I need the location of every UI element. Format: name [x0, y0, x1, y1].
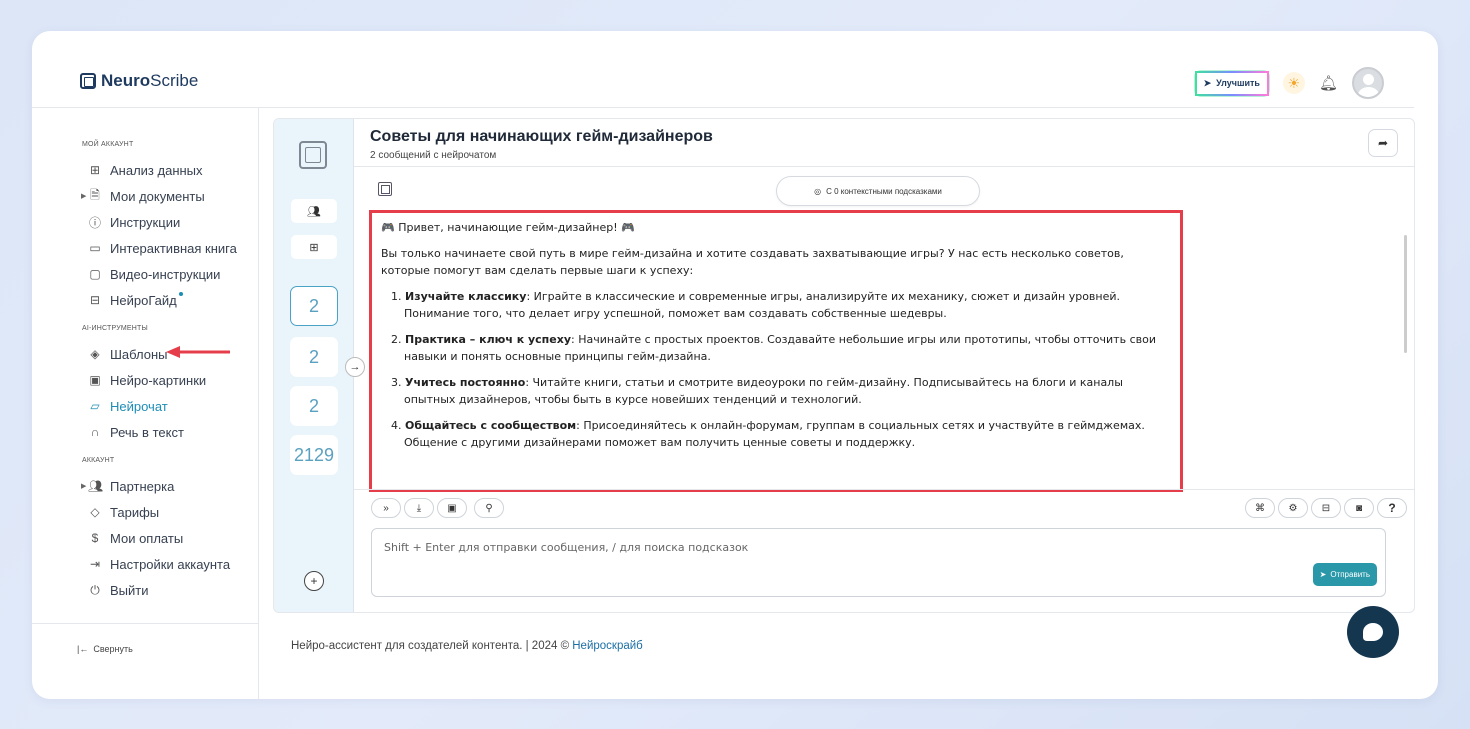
video-icon: ▢ [89, 267, 101, 281]
bell-icon[interactable]: 🔔︎ [1319, 74, 1338, 92]
book-icon: ▭ [89, 241, 101, 255]
chat-subtitle: 2 сообщений с нейрочатом [370, 150, 497, 161]
sidebar-item-tariffs[interactable]: ◇ Тарифы [32, 499, 258, 525]
annotation-arrow [166, 346, 230, 358]
send-icon: ➤ [1319, 570, 1327, 579]
sidebar-item-my-documents[interactable]: ▶ 🗎︎ Мои документы [32, 183, 258, 209]
collapse-icon: |← [77, 643, 89, 654]
counter-2[interactable]: 2 [290, 337, 338, 377]
message-intro: Вы только начинаете свой путь в мире гей… [381, 247, 1124, 277]
send-button[interactable]: ➤ Отправить [1312, 563, 1377, 586]
upgrade-button[interactable]: ➤ Улучшить [1194, 70, 1269, 96]
list-item: 2. Практика – ключ к успеху: Начинайте с… [391, 333, 1156, 363]
sidebar-item-logout[interactable]: ⏻ Выйти [32, 577, 258, 603]
footer: Нейро-ассистент для создателей контента.… [291, 640, 643, 652]
share-button[interactable]: ➦ [1368, 129, 1398, 157]
sidebar-item-interactive-book[interactable]: ▭ Интерактивная книга [32, 235, 258, 261]
section-title-account: МОЙ АККАУНТ [82, 141, 134, 148]
help-icon: ⓘ [88, 215, 101, 230]
expand-arrow-icon[interactable]: → [345, 357, 365, 377]
sidebar-item-partner[interactable]: ▶ 👥︎ Партнерка [32, 473, 258, 499]
context-icon: ◎ [814, 186, 822, 196]
sidebar-item-data-analysis[interactable]: ⊞ Анализ данных [32, 157, 258, 183]
download-icon[interactable]: ⤓ [404, 498, 434, 518]
sidebar-item-neuro-images[interactable]: ▣ Нейро-картинки [32, 367, 258, 393]
chat-left-rail: 👥︎ ⊞ 2 2 2 2129 + [274, 119, 354, 612]
new-indicator-dot [178, 292, 183, 296]
counter-3[interactable]: 2 [290, 386, 338, 426]
image-icon[interactable]: ▣ [437, 498, 467, 518]
message-greeting: 🎮 Привет, начинающие гейм-дизайнер! 🎮 [381, 221, 635, 234]
input-placeholder: Shift + Enter для отправки сообщения, / … [384, 541, 749, 554]
layers-icon: ◈ [90, 347, 100, 361]
assistant-message: 🎮 Привет, начинающие гейм-дизайнер! 🎮 Вы… [369, 210, 1183, 492]
logo[interactable]: Neuro Scribe [80, 71, 198, 91]
chat-icon: ▱ [90, 399, 100, 413]
section-title-ai-tools: AI-ИНСТРУМЕНТЫ [82, 325, 148, 332]
counter-4[interactable]: 2129 [290, 435, 338, 475]
magic-wand-icon[interactable]: ⚲ [474, 498, 504, 518]
tag-icon: ◇ [90, 505, 100, 519]
collapse-down-icon[interactable]: » [371, 498, 401, 518]
sidebar-item-speech-to-text[interactable]: ∩ Речь в текст [32, 419, 258, 445]
settings-icon[interactable]: ⚙ [1278, 498, 1308, 518]
guide-icon: ⊟ [89, 293, 101, 307]
footer-link[interactable]: Нейроскрайб [572, 640, 643, 652]
message-input[interactable]: Shift + Enter для отправки сообщения, / … [371, 528, 1386, 597]
layout-icon[interactable]: ⊟ [1311, 498, 1341, 518]
sidebar-item-video-instructions[interactable]: ▢ Видео-инструкции [32, 261, 258, 287]
app-window: Neuro Scribe ➤ Улучшить ☀ 🔔︎ МОЙ АККАУНТ … [32, 31, 1438, 699]
sidebar-item-neuroguide[interactable]: ⊟ НейроГайд [32, 287, 258, 313]
sidebar-item-neurochat[interactable]: ▱ Нейрочат [32, 393, 258, 419]
chat-panel: 👥︎ ⊞ 2 2 2 2129 + → Советы для начинающи… [273, 118, 1415, 613]
chat-title: Советы для начинающих гейм-дизайнеров [370, 128, 713, 145]
users-icon[interactable]: 👥︎ [291, 199, 337, 223]
sidebar-item-my-payments[interactable]: $ Мои оплаты [32, 525, 258, 551]
logo-icon [80, 73, 96, 89]
document-icon: 🗎︎ [90, 187, 100, 202]
caret-right-icon[interactable]: ▶ [81, 192, 86, 200]
power-icon: ⏻ [90, 582, 100, 597]
dollar-icon: $ [91, 531, 99, 545]
plugin-icon[interactable]: ⌘ [1245, 498, 1275, 518]
list-item: 1. Изучайте классику: Играйте в классиче… [391, 290, 1121, 320]
grid-icon[interactable]: ⊞ [291, 235, 337, 259]
login-icon: ⇥ [89, 557, 101, 571]
scrollbar[interactable] [1404, 235, 1407, 353]
avatar[interactable] [1352, 67, 1384, 99]
headphones-icon: ∩ [90, 425, 100, 439]
sidebar-item-instructions[interactable]: ⓘ Инструкции [32, 209, 258, 235]
collapse-sidebar-button[interactable]: |← Свернуть [32, 623, 259, 673]
caret-right-icon[interactable]: ▶ [81, 482, 86, 490]
list-item: 4. Общайтесь с сообществом: Присоединяйт… [391, 419, 1145, 449]
context-hints-button[interactable]: ◎ С 0 контекстными подсказками [776, 176, 980, 206]
support-chat-button[interactable] [1347, 606, 1399, 658]
robot-icon[interactable]: ◙ [1344, 498, 1374, 518]
section-title-account-2: АККАУНТ [82, 457, 115, 464]
chat-toolbar: » ⤓ ▣ ⚲ ⌘ ⚙ ⊟ ◙ ? [354, 489, 1414, 529]
help-button[interactable]: ? [1377, 498, 1407, 518]
image-icon: ▣ [89, 373, 101, 387]
assistant-avatar-icon [378, 182, 392, 196]
theme-toggle-sun-icon[interactable]: ☀ [1282, 72, 1305, 94]
sidebar-item-account-settings[interactable]: ⇥ Настройки аккаунта [32, 551, 258, 577]
users-icon: 👥︎ [88, 479, 104, 493]
add-icon[interactable]: + [304, 571, 324, 591]
sidebar: МОЙ АККАУНТ ⊞ Анализ данных ▶ 🗎︎ Мои докуме… [32, 108, 259, 699]
app-logo-icon [299, 141, 327, 169]
counter-1[interactable]: 2 [290, 286, 338, 326]
chat-header: Советы для начинающих гейм-дизайнеров 2 … [354, 119, 1414, 167]
grid-icon: ⊞ [89, 163, 101, 177]
tips-list: 1. Изучайте классику: Играйте в классиче… [381, 288, 1171, 451]
header-actions: ➤ Улучшить ☀ 🔔︎ [1194, 67, 1384, 99]
rocket-icon: ➤ [1203, 77, 1212, 88]
list-item: 3. Учитесь постоянно: Читайте книги, ста… [391, 376, 1123, 406]
